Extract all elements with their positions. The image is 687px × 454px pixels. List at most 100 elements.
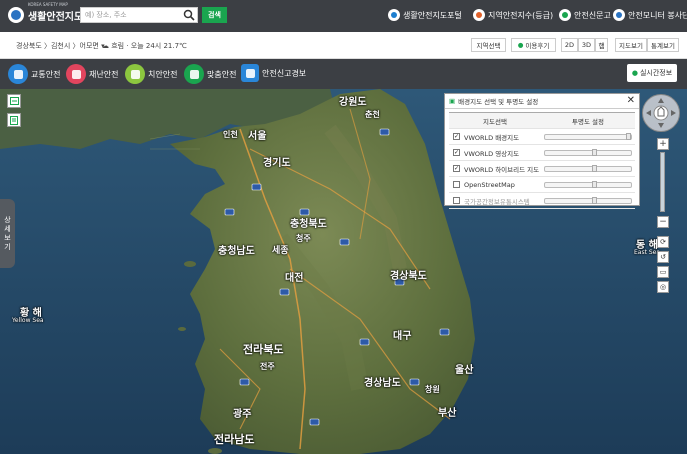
- safety-report-label: 안전신문고: [574, 10, 611, 20]
- table-header: 지도선택 투명도 설정: [449, 113, 635, 129]
- measure-button[interactable]: ▭: [657, 266, 669, 278]
- chat-icon: ●: [517, 41, 524, 49]
- shield-icon: [559, 9, 571, 21]
- slider-handle[interactable]: [626, 132, 631, 140]
- locate-icon: ◎: [659, 283, 667, 291]
- map-label-gyeongnam: 경상남도: [364, 378, 401, 389]
- rotate-icon: ⟳: [660, 238, 666, 246]
- detail-view-tab[interactable]: 상 세 보 기: [0, 199, 15, 268]
- table-row: ✓ VWORLD 영상지도: [449, 145, 635, 161]
- compass-icon: [646, 98, 676, 128]
- regional-index-label: 지역안전지수(등급): [488, 10, 554, 20]
- opacity-slider[interactable]: [544, 180, 632, 188]
- col-opacity-header: 투명도 설정: [572, 117, 604, 126]
- cloud-icon: ☁: [102, 42, 109, 50]
- feedback-label: 이용후기: [525, 42, 550, 50]
- portal-icon: [388, 9, 400, 21]
- map-label-chungbuk: 충청북도: [290, 219, 327, 230]
- legend-tool-button[interactable]: [7, 113, 21, 127]
- alert-icon: [241, 64, 259, 82]
- panel-map-icon: ▣: [449, 97, 456, 105]
- search-icon[interactable]: [183, 9, 195, 21]
- map-label-busan: 부산: [438, 408, 457, 419]
- search-input[interactable]: [81, 8, 185, 22]
- zoom-slider[interactable]: [660, 152, 665, 212]
- close-icon[interactable]: ✕: [627, 96, 635, 106]
- category-crime[interactable]: 치안안전: [125, 64, 177, 84]
- map-label-cheongju: 청주: [296, 234, 311, 243]
- map-label-jeonnam: 전라남도: [214, 433, 255, 446]
- map-label-chungnam: 충청남도: [218, 246, 255, 257]
- pan-control[interactable]: [642, 94, 680, 132]
- slider-handle[interactable]: [591, 164, 597, 172]
- stats-view-button[interactable]: 통계보기: [647, 38, 679, 52]
- category-disaster[interactable]: 재난안전: [66, 64, 118, 84]
- rotate-button[interactable]: ⟳: [657, 236, 669, 248]
- region-select-button[interactable]: 지역선택: [471, 38, 506, 52]
- category-custom[interactable]: 맞춤안전: [184, 64, 236, 84]
- basemap-label: VWORLD 영상지도: [464, 149, 520, 158]
- category-traffic[interactable]: 교통안전: [8, 64, 60, 84]
- site-logo[interactable]: KOREA SAFETY MAP 생활안전지도: [8, 2, 84, 23]
- map-label-chuncheon: 춘천: [365, 110, 380, 119]
- layers-icon: [9, 97, 19, 105]
- search-button[interactable]: 검색: [202, 7, 227, 23]
- basemap-checkbox[interactable]: ✓: [453, 149, 460, 156]
- view-extra-button[interactable]: 햄: [595, 38, 608, 52]
- search-box: [80, 7, 198, 23]
- car-icon: [8, 64, 28, 84]
- category-crime-label: 치안안전: [148, 69, 178, 79]
- person-icon: [184, 64, 204, 84]
- table-row: 국가공간정보유통시스템: [449, 193, 635, 209]
- basemap-checkbox[interactable]: [453, 197, 460, 204]
- view-2d-button[interactable]: 2D: [561, 38, 578, 52]
- opacity-slider[interactable]: [544, 132, 632, 140]
- realtime-info-button[interactable]: ● 실시간정보: [627, 64, 677, 82]
- ruler-icon: ▭: [659, 268, 667, 276]
- map-label-gangwon: 강원도: [339, 97, 367, 108]
- reset-icon: ↺: [660, 253, 666, 261]
- locate-button[interactable]: ◎: [657, 281, 669, 293]
- opacity-slider[interactable]: [544, 196, 632, 204]
- map-label-ulsan: 울산: [455, 365, 474, 376]
- map-label-jeonju: 전주: [260, 362, 275, 371]
- table-row: ✓ VWORLD 배경지도: [449, 129, 635, 145]
- detail-tab-char-2: 세: [4, 224, 11, 233]
- info-bar: 경상북도 〉김천시 〉어모면 ▾ ☁ 흐림 · 오늘 24시 21.7℃ 지역선…: [0, 32, 687, 59]
- basemap-checkbox[interactable]: ✓: [453, 165, 460, 172]
- slider-handle[interactable]: [591, 196, 597, 204]
- detail-tab-char-1: 상: [4, 215, 11, 224]
- portal-link[interactable]: 생활안전지도포털: [388, 9, 462, 21]
- map-label-yellow-sea-en: Yellow Sea: [12, 317, 44, 324]
- opacity-slider[interactable]: [544, 148, 632, 156]
- regional-index-link[interactable]: 지역안전지수(등급): [473, 9, 553, 21]
- category-alert[interactable]: 안전신고경보: [241, 64, 306, 82]
- table-row: ✓ VWORLD 하이브리드 지도: [449, 161, 635, 177]
- volunteer-link[interactable]: 안전모니터 봉사단: [613, 9, 687, 21]
- slider-handle[interactable]: [591, 148, 597, 156]
- view-3d-button[interactable]: 3D: [578, 38, 595, 52]
- basemap-label: OpenStreetMap: [464, 180, 515, 189]
- basemap-label: VWORLD 배경지도: [464, 133, 520, 142]
- map-view-button[interactable]: 지도보기: [615, 38, 647, 52]
- zoom-out-button[interactable]: −: [657, 216, 669, 228]
- weather-info: ☁ 흐림 · 오늘 24시 21.7℃: [102, 41, 187, 51]
- map-label-changwon: 창원: [425, 385, 440, 394]
- weather-text: 흐림 · 오늘 24시 21.7℃: [111, 42, 187, 50]
- logo-title: 생활안전지도: [28, 11, 84, 23]
- slider-handle[interactable]: [591, 180, 597, 188]
- reset-view-button[interactable]: ↺: [657, 251, 669, 263]
- safety-report-link[interactable]: 안전신문고: [559, 9, 611, 21]
- zoom-in-button[interactable]: +: [657, 138, 669, 150]
- location-selector[interactable]: 경상북도 〉김천시 〉어모면 ▾: [16, 41, 105, 51]
- location-text: 경상북도 〉김천시 〉어모면: [16, 42, 99, 50]
- opacity-slider[interactable]: [544, 164, 632, 172]
- top-bar: KOREA SAFETY MAP 생활안전지도 검색 생활안전지도포털 지역안전…: [0, 0, 687, 32]
- feedback-button[interactable]: ● 이용후기: [511, 38, 556, 52]
- map-label-daegu: 대구: [393, 331, 412, 342]
- basemap-checkbox[interactable]: [453, 181, 460, 188]
- col-map-header: 지도선택: [483, 117, 507, 126]
- map-label-incheon: 인천: [223, 130, 238, 139]
- basemap-checkbox[interactable]: ✓: [453, 133, 460, 140]
- layer-tool-button[interactable]: [7, 94, 21, 108]
